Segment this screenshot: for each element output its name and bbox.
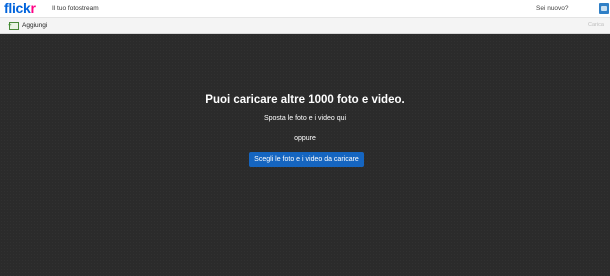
- avatar[interactable]: [599, 3, 609, 14]
- flickr-logo[interactable]: flickr: [4, 0, 36, 17]
- upload-headline: Puoi caricare altre 1000 foto e video.: [205, 94, 405, 106]
- nav-new-user-link[interactable]: Sei nuovo?: [536, 0, 569, 17]
- nav-fotostream-link[interactable]: Il tuo fotostream: [52, 0, 99, 17]
- add-button-label: Aggiungi: [22, 22, 48, 29]
- top-navigation-bar: flickr Il tuo fotostream Sei nuovo?: [0, 0, 610, 18]
- logo-r-text: r: [30, 0, 36, 16]
- logo-flick-text: flick: [4, 0, 31, 16]
- drag-instruction: Sposta le foto e i video qui: [263, 115, 347, 122]
- upload-toolbar: Aggiungi Carica: [0, 18, 610, 34]
- choose-files-button[interactable]: Scegli le foto e i video da caricare: [249, 152, 364, 167]
- add-photo-icon: [8, 19, 19, 34]
- upload-button[interactable]: Carica: [588, 18, 604, 33]
- add-button[interactable]: Aggiungi: [8, 18, 48, 34]
- or-separator: oppure: [294, 135, 316, 142]
